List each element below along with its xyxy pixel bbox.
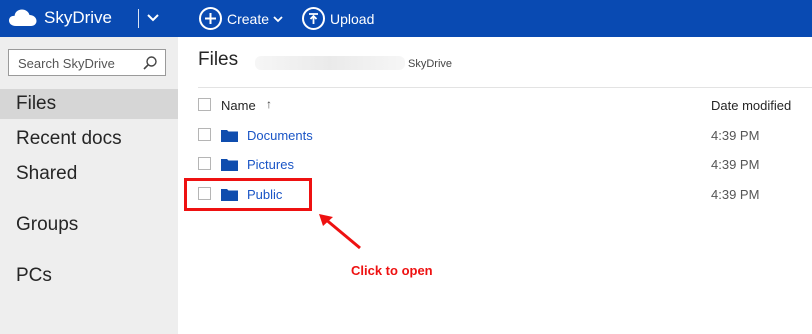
search-input[interactable]: Search SkyDrive [8, 49, 166, 76]
sidebar-item-groups[interactable]: Groups [0, 210, 178, 240]
sort-ascending-icon[interactable]: ↑ [266, 97, 272, 111]
highlight-box [184, 178, 312, 211]
row-checkbox[interactable] [198, 157, 211, 170]
chevron-down-icon [273, 15, 283, 22]
select-all-checkbox[interactable] [198, 98, 211, 111]
skydrive-logo[interactable]: SkyDrive [8, 6, 112, 30]
sidebar-item-shared[interactable]: Shared [0, 159, 178, 189]
upload-icon [302, 7, 325, 30]
search-placeholder: Search SkyDrive [18, 56, 115, 71]
app-name: SkyDrive [44, 8, 113, 27]
file-name-link[interactable]: Documents [247, 128, 313, 143]
row-checkbox[interactable] [198, 128, 211, 141]
annotation-text: Click to open [351, 263, 433, 278]
sidebar: Search SkyDrive Files Recent docs Shared… [0, 37, 178, 334]
sidebar-item-files[interactable]: Files [0, 89, 178, 119]
folder-icon [221, 130, 238, 142]
search-icon[interactable] [142, 55, 158, 71]
folder-icon [221, 159, 238, 171]
column-header-date-modified[interactable]: Date modified [711, 98, 791, 113]
breadcrumb[interactable]: SkyDrive [408, 58, 452, 70]
upload-label: Upload [330, 10, 375, 27]
date-modified: 4:39 PM [711, 187, 760, 202]
page-title: Files [198, 49, 239, 70]
create-button[interactable]: Create [199, 6, 284, 31]
top-bar: SkyDrive Create Upload [0, 0, 812, 37]
sidebar-item-recent-docs[interactable]: Recent docs [0, 124, 178, 154]
annotation-arrow-icon [319, 214, 361, 250]
divider [198, 87, 812, 88]
create-label: Create [227, 10, 270, 27]
sidebar-item-pcs[interactable]: PCs [0, 261, 178, 291]
cloud-icon [9, 9, 37, 26]
file-name-link[interactable]: Pictures [247, 157, 294, 172]
date-modified: 4:39 PM [711, 128, 760, 143]
column-header-name[interactable]: Name [221, 98, 256, 113]
logo-divider [138, 9, 139, 28]
upload-button[interactable]: Upload [302, 6, 374, 31]
plus-icon [199, 7, 222, 30]
date-modified: 4:39 PM [711, 157, 760, 172]
chevron-down-icon[interactable] [144, 9, 162, 27]
breadcrumb-redacted [255, 56, 405, 70]
